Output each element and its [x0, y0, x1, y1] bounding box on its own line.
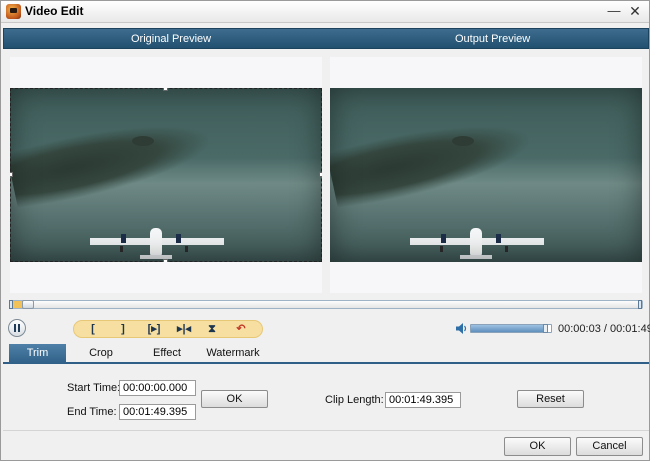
timeline-end-cap[interactable] — [638, 300, 642, 309]
output-video-frame — [330, 88, 642, 262]
start-time-label: Start Time: — [67, 382, 121, 394]
app-icon — [6, 4, 21, 19]
clip-length-label: Clip Length: — [325, 394, 384, 406]
crop-handle-top[interactable] — [163, 88, 168, 91]
output-preview-pane — [330, 57, 642, 293]
reset-button[interactable]: Reset — [517, 390, 584, 408]
trim-panel: Start Time: End Time: OK Clip Length: Re… — [3, 366, 649, 429]
tab-effect[interactable]: Effect — [143, 344, 191, 364]
cancel-button[interactable]: Cancel — [576, 437, 643, 456]
volume-icon[interactable] — [456, 323, 468, 334]
clip-length-field — [385, 392, 461, 408]
pause-button[interactable] — [8, 319, 26, 337]
footer-divider — [3, 430, 649, 431]
minimize-button[interactable]: — — [605, 3, 623, 20]
crop-handle-left[interactable] — [10, 172, 13, 177]
original-preview-label: Original Preview — [131, 33, 212, 45]
trim-ok-button[interactable]: OK — [201, 390, 268, 408]
timeline-start-cap[interactable] — [9, 300, 13, 309]
tab-crop[interactable]: Crop — [79, 344, 123, 364]
edit-toolbar: [ ] [▸] ▸|◂ ⧗ ↶ — [73, 320, 263, 338]
crop-handle-bottom[interactable] — [163, 259, 168, 262]
window-title: Video Edit — [25, 4, 84, 18]
vignette — [330, 88, 642, 262]
video-edit-window: Video Edit — ✕ Original Preview Output P… — [0, 0, 650, 461]
undo-icon[interactable]: ↶ — [232, 322, 250, 337]
preview-header: Original Preview Output Preview — [3, 28, 649, 49]
set-end-icon[interactable]: ] — [116, 322, 130, 337]
go-to-marks-icon[interactable]: ▸|◂ — [172, 322, 196, 337]
ok-button[interactable]: OK — [504, 437, 571, 456]
tab-watermark[interactable]: Watermark — [203, 344, 263, 364]
volume-slider[interactable] — [470, 324, 552, 333]
output-preview-label: Output Preview — [455, 33, 531, 45]
timeline-thumb[interactable] — [22, 300, 34, 309]
start-time-field[interactable] — [119, 380, 196, 396]
volume-fill — [471, 325, 546, 332]
tab-bar: Trim Crop Effect Watermark — [3, 344, 649, 364]
playback-time: 00:00:03 / 00:01:49 — [558, 323, 650, 335]
center-icon[interactable]: ⧗ — [204, 322, 220, 337]
volume-knob[interactable] — [543, 324, 548, 333]
end-time-field[interactable] — [119, 404, 196, 420]
timeline-slider[interactable] — [9, 300, 643, 309]
end-time-label: End Time: — [67, 406, 117, 418]
original-preview-pane — [10, 57, 322, 293]
tab-trim[interactable]: Trim — [9, 344, 66, 364]
crop-frame[interactable] — [10, 88, 322, 262]
set-start-icon[interactable]: [ — [86, 322, 100, 337]
close-button[interactable]: ✕ — [626, 3, 644, 20]
crop-handle-right[interactable] — [319, 172, 322, 177]
play-selection-icon[interactable]: [▸] — [142, 322, 166, 337]
original-video-frame[interactable] — [10, 88, 322, 262]
title-bar: Video Edit — ✕ — [1, 1, 649, 23]
